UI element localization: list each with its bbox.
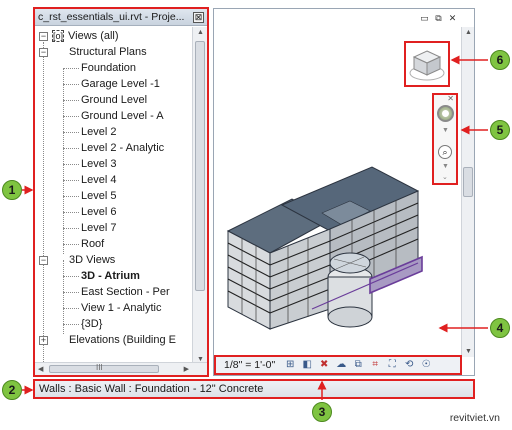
- callout-2: 2: [2, 380, 22, 400]
- callout-1: 1: [2, 180, 22, 200]
- callout-6: 6: [490, 50, 510, 70]
- callout-5: 5: [490, 120, 510, 140]
- watermark: revitviet.vn: [449, 412, 500, 424]
- callout-4: 4: [490, 318, 510, 338]
- callout-arrows: [22, 55, 488, 400]
- callout-3: 3: [312, 402, 332, 422]
